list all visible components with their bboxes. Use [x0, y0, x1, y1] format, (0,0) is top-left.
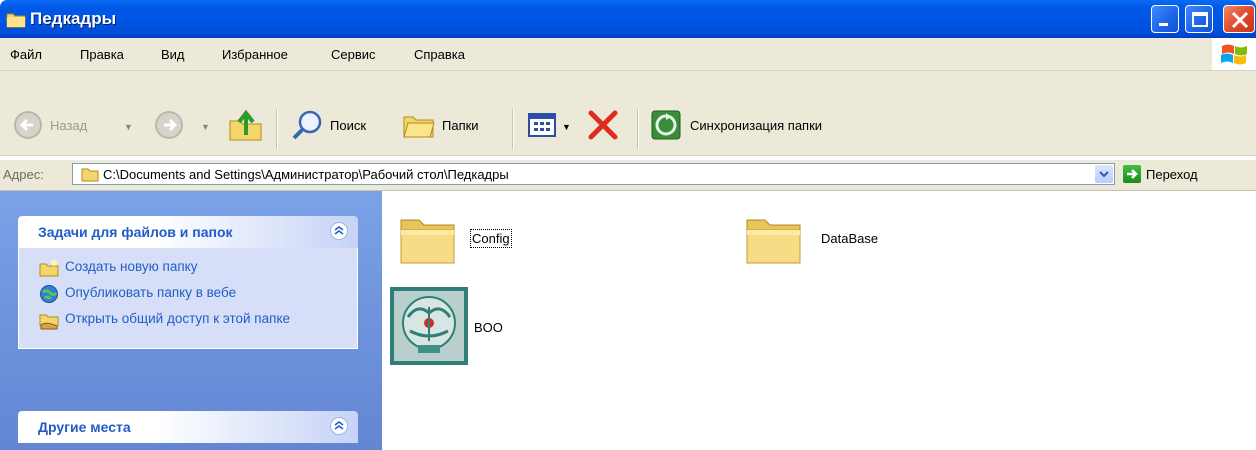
sync-folder-icon[interactable] [650, 109, 682, 141]
menu-file[interactable]: Файл [10, 47, 42, 62]
toolbar-separator [512, 109, 514, 149]
other-places-header[interactable]: Другие места [18, 411, 358, 443]
forward-arrow-icon[interactable] [153, 109, 185, 141]
sync-button-label[interactable]: Синхронизация папки [690, 118, 822, 133]
other-places-panel: Другие места [18, 411, 358, 443]
menu-help[interactable]: Справка [414, 47, 465, 62]
folder-icon [746, 219, 801, 264]
windows-logo [1212, 38, 1256, 70]
menu-favorites[interactable]: Избранное [222, 47, 288, 62]
file-tasks-header[interactable]: Задачи для файлов и папок [18, 216, 358, 248]
file-name[interactable]: Config [470, 229, 512, 248]
toolbar-separator [276, 109, 278, 149]
file-item-config[interactable]: Config [398, 208, 548, 272]
folder-up-icon[interactable] [228, 107, 264, 143]
address-dropdown-button[interactable] [1095, 165, 1113, 183]
chevron-up-icon [334, 421, 344, 430]
menu-tools[interactable]: Сервис [331, 47, 376, 62]
folders-button-label[interactable]: Папки [442, 118, 479, 133]
maximize-button[interactable] [1185, 5, 1213, 33]
task-new-folder[interactable]: Создать новую папку [39, 258, 357, 278]
collapse-button[interactable] [330, 417, 348, 435]
publish-web-icon [40, 285, 58, 303]
chevron-up-icon [334, 226, 344, 235]
views-dropdown-icon[interactable]: ▼ [562, 122, 571, 132]
file-item-boo[interactable]: BOO [390, 287, 540, 367]
back-dropdown-icon[interactable]: ▼ [124, 122, 133, 132]
task-share-folder[interactable]: Открыть общий доступ к этой папке [39, 310, 357, 330]
task-pane: Задачи для файлов и папок Создать новую … [0, 191, 382, 450]
close-button[interactable] [1223, 5, 1255, 33]
delete-icon[interactable] [586, 109, 620, 141]
address-path: C:\Documents and Settings\Администратор\… [103, 167, 509, 182]
toolbar-separator [637, 109, 639, 149]
task-publish-web[interactable]: Опубликовать папку в вебе [39, 284, 357, 304]
maximize-icon [1192, 12, 1208, 27]
arrow-right-icon [1127, 169, 1138, 179]
window-title: Педкадры [30, 9, 117, 28]
file-tasks-panel: Задачи для файлов и папок Создать новую … [18, 216, 358, 349]
chevron-down-icon [1099, 171, 1109, 178]
minimize-button[interactable] [1151, 5, 1179, 33]
folders-icon[interactable] [402, 109, 436, 141]
panel-title: Задачи для файлов и папок [38, 224, 233, 240]
panel-title: Другие места [38, 419, 131, 435]
minimize-icon [1159, 23, 1168, 26]
address-label: Адрес: [3, 167, 44, 182]
windows-flag-icon [1221, 44, 1247, 65]
toolbar: Назад ▼ ▼ Поиск Папки ▼ Синхронизация па… [0, 71, 1256, 156]
folder-icon [81, 168, 99, 182]
task-label[interactable]: Открыть общий доступ к этой папке [65, 310, 345, 327]
folder-icon [6, 13, 26, 28]
file-list[interactable]: Config DataBase BOO [382, 191, 1256, 450]
go-arrow-icon[interactable] [1123, 165, 1141, 183]
menu-view[interactable]: Вид [161, 47, 185, 62]
new-folder-icon [39, 260, 59, 277]
collapse-button[interactable] [330, 222, 348, 240]
address-bar: Адрес: C:\Documents and Settings\Админис… [0, 160, 1256, 191]
address-input[interactable]: C:\Documents and Settings\Администратор\… [72, 163, 1115, 185]
file-tasks-body: Создать новую папку Опубликовать папку в… [18, 248, 358, 349]
file-name[interactable]: BOO [474, 320, 503, 335]
go-button-label[interactable]: Переход [1146, 167, 1198, 182]
folder-icon [400, 219, 455, 264]
close-icon [1231, 11, 1249, 29]
share-folder-icon [39, 314, 59, 330]
task-label[interactable]: Опубликовать папку в вебе [65, 284, 345, 301]
app-emblem-icon [390, 287, 468, 365]
file-item-database[interactable]: DataBase [744, 208, 914, 272]
task-label[interactable]: Создать новую папку [65, 258, 345, 275]
back-button-label[interactable]: Назад [50, 118, 87, 133]
file-name[interactable]: DataBase [821, 231, 878, 246]
menu-edit[interactable]: Правка [80, 47, 124, 62]
title-bar[interactable]: Педкадры [0, 0, 1256, 38]
menu-bar: Файл Правка Вид Избранное Сервис Справка [0, 38, 1256, 71]
forward-dropdown-icon[interactable]: ▼ [201, 122, 210, 132]
search-button-label[interactable]: Поиск [330, 118, 366, 133]
views-icon[interactable] [527, 111, 557, 139]
back-arrow-icon[interactable] [12, 109, 44, 141]
search-icon[interactable] [290, 109, 324, 141]
